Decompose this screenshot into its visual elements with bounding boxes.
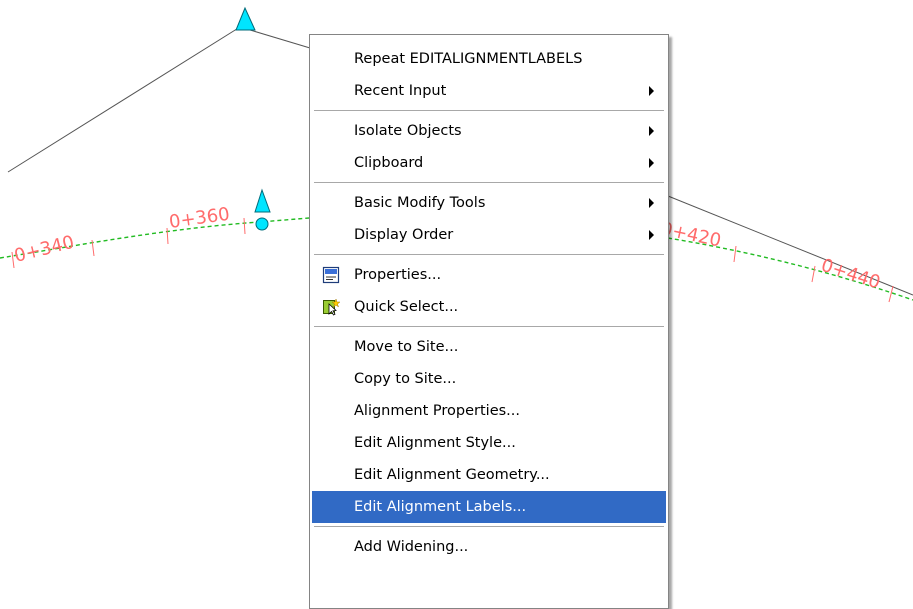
station-tick — [166, 227, 169, 245]
menu-item-edit-alignment-style[interactable]: Edit Alignment Style... — [312, 427, 666, 459]
menu-item-copy-to-site[interactable]: Copy to Site... — [312, 363, 666, 395]
menu-item-label: Basic Modify Tools — [354, 195, 486, 211]
quick-select-icon — [323, 298, 340, 316]
station-label: 0+340 — [12, 232, 76, 267]
menu-item-basic-modify-tools[interactable]: Basic Modify Tools — [312, 187, 666, 219]
station-tick — [733, 245, 737, 263]
tangent-line-left[interactable] — [7, 26, 311, 173]
menu-item-label: Copy to Site... — [354, 371, 457, 387]
properties-icon — [322, 266, 340, 284]
station-label: 0+440 — [818, 255, 882, 294]
menu-item-label: Properties... — [354, 267, 442, 283]
menu-item-clipboard[interactable]: Clipboard — [312, 147, 666, 179]
menu-item-label: Edit Alignment Style... — [354, 435, 516, 451]
menu-separator — [314, 323, 664, 331]
menu-item-isolate-objects[interactable]: Isolate Objects — [312, 115, 666, 147]
menu-separator — [314, 523, 664, 531]
menu-item-quick-select[interactable]: Quick Select... — [312, 291, 666, 323]
menu-item-repeat-editalignmentlabels[interactable]: Repeat EDITALIGNMENTLABELS — [312, 43, 666, 75]
grip-circle-marker[interactable] — [255, 217, 269, 231]
menu-item-label: Repeat EDITALIGNMENTLABELS — [354, 51, 583, 67]
menu-item-label: Move to Site... — [354, 339, 459, 355]
menu-item-label: Edit Alignment Geometry... — [354, 467, 550, 483]
menu-item-display-order[interactable]: Display Order — [312, 219, 666, 251]
submenu-arrow-icon — [649, 198, 654, 208]
menu-item-label: Recent Input — [354, 83, 447, 99]
menu-separator — [314, 179, 664, 187]
context-menu: Repeat EDITALIGNMENTLABELS Recent Input … — [309, 34, 669, 609]
menu-item-label: Isolate Objects — [354, 123, 462, 139]
submenu-arrow-icon — [649, 86, 654, 96]
submenu-arrow-icon — [649, 126, 654, 136]
menu-item-add-widening[interactable]: Add Widening... — [312, 531, 666, 563]
menu-item-label: Alignment Properties... — [354, 403, 521, 419]
menu-item-label: Add Widening... — [354, 539, 469, 555]
station-label: 0+360 — [168, 204, 231, 233]
submenu-arrow-icon — [649, 158, 654, 168]
menu-item-label: Clipboard — [354, 155, 424, 171]
menu-item-label: Display Order — [354, 227, 454, 243]
menu-item-move-to-site[interactable]: Move to Site... — [312, 331, 666, 363]
menu-item-edit-alignment-labels[interactable]: Edit Alignment Labels... — [312, 491, 666, 523]
menu-item-label: Edit Alignment Labels... — [354, 499, 527, 515]
grip-triangle-marker[interactable] — [254, 188, 271, 213]
menu-item-properties[interactable]: Properties... — [312, 259, 666, 291]
station-tick — [888, 285, 894, 303]
pi-triangle-marker[interactable] — [235, 6, 256, 31]
menu-item-alignment-properties[interactable]: Alignment Properties... — [312, 395, 666, 427]
station-tick — [811, 265, 816, 283]
menu-item-label: Quick Select... — [354, 299, 459, 315]
menu-separator — [314, 251, 664, 259]
submenu-arrow-icon — [649, 230, 654, 240]
menu-item-edit-alignment-geometry[interactable]: Edit Alignment Geometry... — [312, 459, 666, 491]
station-tick — [243, 217, 246, 235]
menu-separator — [314, 107, 664, 115]
menu-item-recent-input[interactable]: Recent Input — [312, 75, 666, 107]
